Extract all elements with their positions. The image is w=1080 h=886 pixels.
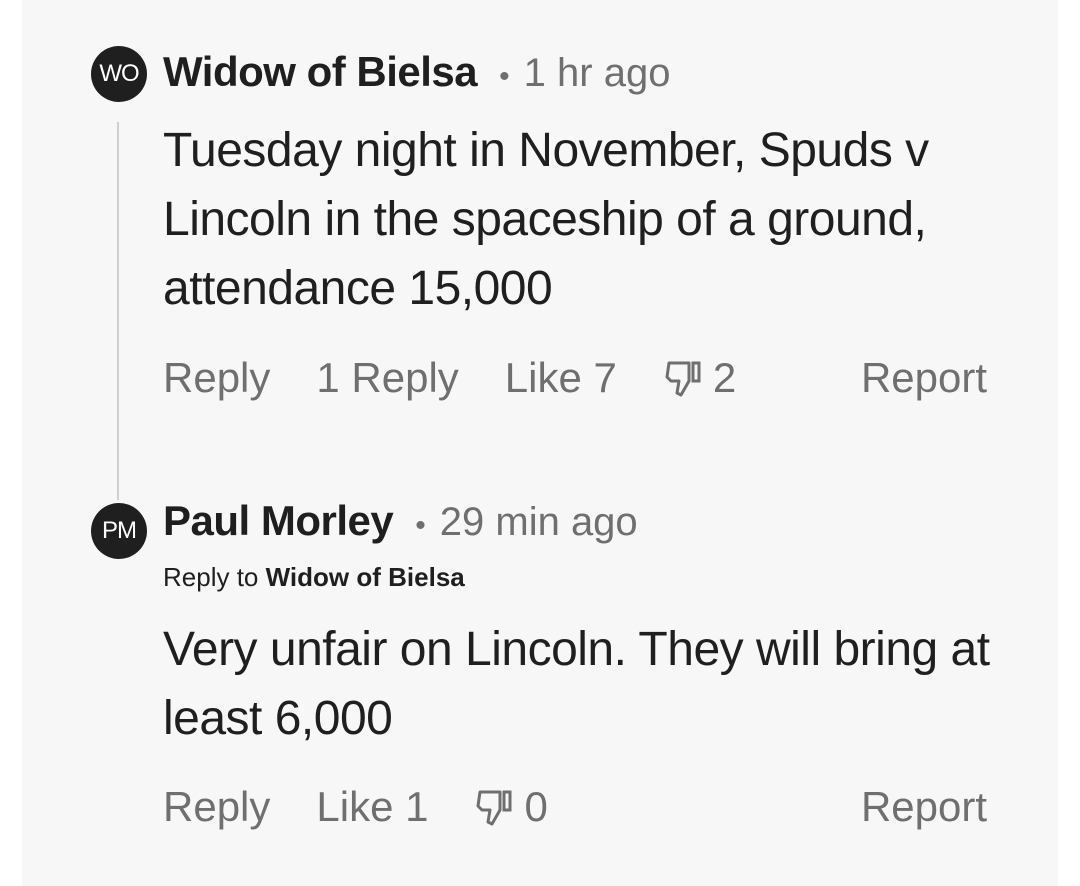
comment-text: Very unfair on Lincoln. They will bring … — [163, 623, 990, 745]
separator-dot: • — [415, 509, 426, 542]
comment-timestamp: 29 min ago — [439, 500, 638, 544]
dislike-count: 2 — [712, 354, 737, 401]
dislike-button[interactable]: 0 — [474, 783, 548, 831]
comment-actions: Reply Like 1 0 Report — [163, 783, 987, 831]
reply-to-line: Reply to Widow of Bielsa — [163, 562, 465, 593]
thread-line — [117, 122, 119, 500]
dislike-count: 0 — [524, 783, 548, 830]
separator-dot: • — [499, 60, 510, 93]
like-button[interactable]: Like 1 — [316, 783, 428, 831]
like-button[interactable]: Like 7 — [505, 354, 617, 402]
reply-button[interactable]: Reply — [163, 354, 270, 402]
reply-to-prefix: Reply to — [163, 562, 259, 592]
dislike-button[interactable]: 2 — [663, 354, 736, 402]
report-button[interactable]: Report — [861, 354, 987, 402]
comment-header: Paul Morley • 29 min ago — [163, 497, 638, 545]
report-button[interactable]: Report — [861, 783, 987, 831]
comment-author[interactable]: Widow of Bielsa — [163, 48, 478, 96]
comment-timestamp: 1 hr ago — [523, 51, 671, 95]
avatar[interactable]: PM — [91, 503, 147, 559]
comment-author[interactable]: Paul Morley — [163, 497, 394, 545]
comment-text: Tuesday night in November, Spuds v Linco… — [163, 124, 929, 315]
thumbs-down-icon — [665, 361, 701, 397]
view-replies-button[interactable]: 1 Reply — [316, 354, 458, 402]
comment-actions: Reply 1 Reply Like 7 2 Report — [163, 354, 987, 402]
avatar[interactable]: WO — [91, 46, 147, 102]
reply-to-author[interactable]: Widow of Bielsa — [266, 562, 465, 592]
reply-button[interactable]: Reply — [163, 783, 270, 831]
comment-header: Widow of Bielsa • 1 hr ago — [163, 48, 670, 96]
thumbs-down-icon — [476, 790, 512, 826]
